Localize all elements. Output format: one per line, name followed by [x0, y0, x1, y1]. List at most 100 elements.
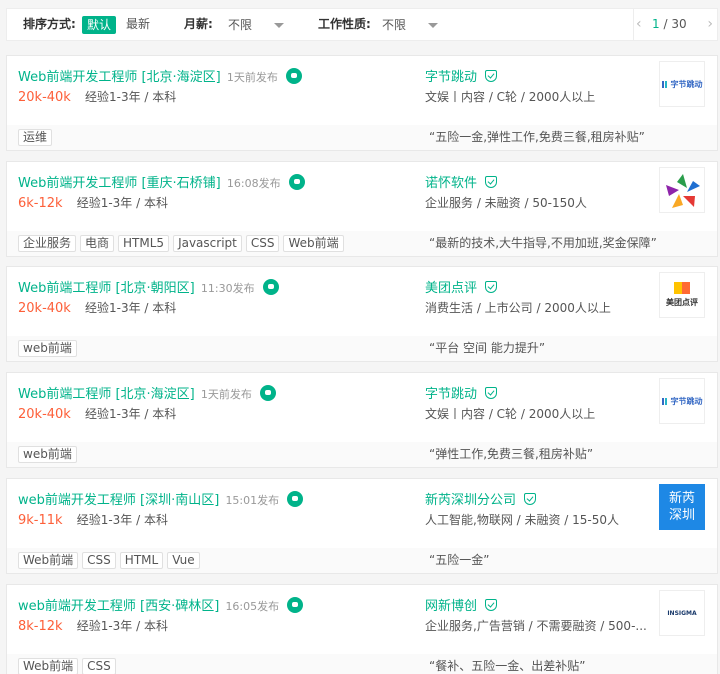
- job-card[interactable]: web前端开发工程师 [深圳·南山区] 15:01发布 9k-11k 经验1-3…: [6, 478, 718, 574]
- company-link[interactable]: 字节跳动: [425, 387, 477, 402]
- position-link[interactable]: Web前端开发工程师 [重庆·石桥铺]: [18, 176, 221, 191]
- sort-default-button[interactable]: 默认: [82, 16, 117, 34]
- salary-line: 9k-11k 经验1-3年 / 本科: [18, 511, 168, 528]
- insigma-logo[interactable]: INSIGMA: [659, 590, 705, 636]
- chat-icon[interactable]: [287, 597, 304, 613]
- company-name[interactable]: 新芮深圳分公司: [425, 489, 537, 508]
- skill-tag[interactable]: 运维: [18, 129, 53, 146]
- benefit-text: “弹性工作,免费三餐,租房补贴”: [429, 447, 594, 461]
- salary-line: 6k-12k 经验1-3年 / 本科: [18, 194, 168, 211]
- publish-time: 15:01发布: [225, 494, 280, 507]
- company-name[interactable]: 字节跳动: [425, 66, 498, 85]
- job-card[interactable]: Web前端工程师 [北京·朝阳区] 11:30发布 20k-40k 经验1-3年…: [6, 266, 718, 362]
- company-industry: 消费生活 / 上市公司 / 2000人以上: [425, 301, 611, 315]
- skill-tag[interactable]: Javascript: [173, 235, 242, 252]
- company-name[interactable]: 诺怀软件: [425, 172, 498, 191]
- position-title[interactable]: Web前端工程师 [北京·海淀区] 1天前发布: [18, 383, 277, 402]
- skill-tag[interactable]: HTML5: [118, 235, 170, 252]
- logo-text: 字节跳动: [670, 396, 703, 406]
- verified-shield-icon: [524, 493, 537, 505]
- job-card[interactable]: Web前端开发工程师 [北京·海淀区] 1天前发布 20k-40k 经验1-3年…: [6, 55, 718, 151]
- skill-tag[interactable]: Vue: [167, 552, 200, 569]
- skill-tag[interactable]: Web前端: [18, 658, 79, 674]
- position-title[interactable]: Web前端开发工程师 [北京·海淀区] 1天前发布: [18, 66, 303, 85]
- position-title[interactable]: Web前端工程师 [北京·朝阳区] 11:30发布: [18, 277, 279, 296]
- card-footer: [7, 442, 717, 467]
- skill-tag[interactable]: 电商: [80, 235, 115, 252]
- salary: 6k-12k: [18, 196, 63, 211]
- company-name[interactable]: 字节跳动: [425, 383, 498, 402]
- position-link[interactable]: Web前端工程师 [北京·朝阳区]: [18, 281, 195, 296]
- skill-tag[interactable]: Web前端: [283, 235, 344, 252]
- skill-tag[interactable]: 企业服务: [18, 235, 77, 252]
- chat-icon[interactable]: [287, 491, 304, 507]
- pinwheel-logo[interactable]: [659, 167, 705, 213]
- job-card[interactable]: Web前端开发工程师 [重庆·石桥铺] 16:08发布 6k-12k 经验1-3…: [6, 161, 718, 257]
- pagination: ‹ 1 / 30 ›: [633, 9, 717, 40]
- logo-text: 字节跳动: [670, 79, 703, 89]
- chat-icon[interactable]: [260, 385, 277, 401]
- sort-label: 排序方式:: [23, 17, 76, 31]
- prev-page-icon[interactable]: ‹: [636, 9, 642, 40]
- company-industry: 人工智能,物联网 / 未融资 / 15-50人: [425, 513, 620, 527]
- verified-shield-icon: [485, 281, 498, 293]
- xinrui-logo[interactable]: 新芮深圳: [659, 484, 705, 530]
- position-link[interactable]: Web前端开发工程师 [北京·海淀区]: [18, 70, 221, 85]
- position-title[interactable]: Web前端开发工程师 [重庆·石桥铺] 16:08发布: [18, 172, 305, 191]
- salary: 20k-40k: [18, 407, 71, 422]
- tag-list: Web前端 CSS HTML Vue: [18, 552, 204, 569]
- company-link[interactable]: 美团点评: [425, 281, 477, 296]
- skill-tag[interactable]: CSS: [245, 235, 280, 252]
- position-title[interactable]: web前端开发工程师 [西安·碑林区] 16:05发布: [18, 595, 304, 614]
- bytedance-logo[interactable]: 字节跳动: [659, 378, 705, 424]
- salary: 20k-40k: [18, 301, 71, 316]
- caret-down-icon: [274, 23, 284, 28]
- requirement: 经验1-3年 / 本科: [84, 407, 177, 421]
- skill-tag[interactable]: Web前端: [18, 552, 79, 569]
- publish-time: 1天前发布: [226, 71, 278, 84]
- skill-tag[interactable]: HTML: [119, 552, 164, 569]
- job-card[interactable]: Web前端工程师 [北京·海淀区] 1天前发布 20k-40k 经验1-3年 /…: [6, 372, 718, 468]
- chat-icon[interactable]: [288, 174, 305, 190]
- company-link[interactable]: 网新博创: [425, 599, 477, 614]
- publish-time: 11:30发布: [200, 282, 255, 295]
- page-indicator: 1 / 30: [652, 17, 687, 31]
- jobtype-select[interactable]: 不限: [380, 15, 442, 35]
- chat-icon[interactable]: [286, 68, 303, 84]
- salary: 20k-40k: [18, 90, 71, 105]
- skill-tag[interactable]: CSS: [82, 552, 116, 569]
- card-footer: [7, 336, 717, 361]
- sort-newest-button[interactable]: 最新: [126, 9, 150, 40]
- position-title[interactable]: web前端开发工程师 [深圳·南山区] 15:01发布: [18, 489, 304, 508]
- position-link[interactable]: web前端开发工程师 [深圳·南山区]: [18, 493, 219, 508]
- meituan-logo[interactable]: 美团点评: [659, 272, 705, 318]
- position-link[interactable]: web前端开发工程师 [西安·碑林区]: [18, 599, 219, 614]
- verified-shield-icon: [485, 70, 498, 82]
- job-card[interactable]: web前端开发工程师 [西安·碑林区] 16:05发布 8k-12k 经验1-3…: [6, 584, 718, 674]
- skill-tag[interactable]: web前端: [18, 446, 77, 463]
- bytedance-logo[interactable]: 字节跳动: [659, 61, 705, 107]
- requirement: 经验1-3年 / 本科: [84, 90, 177, 104]
- verified-shield-icon: [485, 387, 498, 399]
- benefit-text: “五险一金”: [429, 553, 490, 567]
- benefit-text: “最新的技术,大牛指导,不用加班,奖金保障”: [429, 236, 657, 250]
- company-link[interactable]: 诺怀软件: [425, 176, 477, 191]
- salary: 8k-12k: [18, 619, 63, 634]
- salary-select-value: 不限: [228, 18, 253, 32]
- company-name[interactable]: 网新博创: [425, 595, 498, 614]
- salary-select[interactable]: 不限: [226, 15, 288, 35]
- company-link[interactable]: 新芮深圳分公司: [425, 493, 516, 508]
- next-page-icon[interactable]: ›: [707, 9, 713, 40]
- tag-list: 企业服务 电商 HTML5 Javascript CSS Web前端: [18, 235, 348, 252]
- salary: 9k-11k: [18, 513, 63, 528]
- jobtype-filter-label: 工作性质:: [318, 17, 371, 31]
- skill-tag[interactable]: CSS: [82, 658, 116, 674]
- skill-tag[interactable]: web前端: [18, 340, 77, 357]
- chat-icon[interactable]: [262, 279, 279, 295]
- company-name[interactable]: 美团点评: [425, 277, 498, 296]
- logo-text: INSIGMA: [667, 609, 697, 617]
- filter-bar: 排序方式: 默认 最新 月薪: 不限 工作性质: 不限 ‹ 1 / 30 ›: [6, 8, 718, 41]
- company-industry: 文娱丨内容 / C轮 / 2000人以上: [425, 407, 596, 421]
- company-link[interactable]: 字节跳动: [425, 70, 477, 85]
- position-link[interactable]: Web前端工程师 [北京·海淀区]: [18, 387, 195, 402]
